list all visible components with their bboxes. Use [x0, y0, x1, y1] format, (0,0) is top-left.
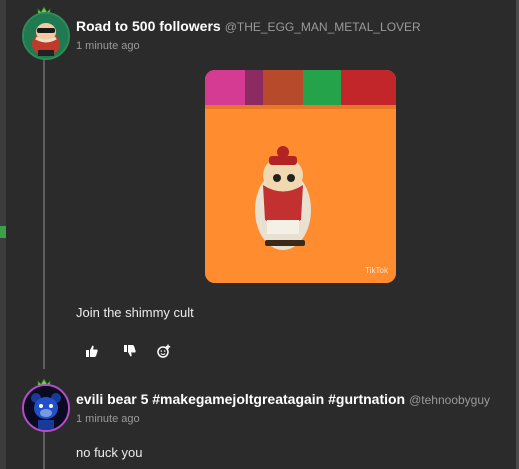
thread-line	[43, 54, 45, 369]
media-watermark: TikTok	[365, 266, 388, 275]
post-media-gif[interactable]: TikTok	[205, 70, 396, 283]
thread-line	[43, 430, 45, 469]
post-text: Join the shimmy cult	[76, 305, 194, 320]
sidebar-indicator	[0, 226, 6, 238]
media-image	[205, 70, 396, 283]
reply-timestamp[interactable]: 1 minute ago	[76, 413, 140, 425]
reply-author-avatar[interactable]	[22, 384, 70, 432]
reply-author-name[interactable]: evili bear 5 #makegamejoltgreatagain #gu…	[76, 391, 490, 407]
add-reaction-button[interactable]	[155, 342, 173, 360]
dislike-button[interactable]	[121, 342, 139, 360]
left-sidebar-edge	[0, 0, 6, 469]
reply-text: no fuck you	[76, 445, 143, 460]
bear-avatar-image	[24, 386, 68, 430]
reply-author-name-text[interactable]: evili bear 5 #makegamejoltgreatagain #gu…	[76, 391, 405, 407]
reply-author-handle[interactable]: @tehnoobyguy	[409, 393, 490, 407]
add-reaction-icon	[157, 344, 171, 358]
like-button[interactable]	[83, 342, 101, 360]
post-timestamp[interactable]: 1 minute ago	[76, 40, 140, 52]
author-name-text[interactable]: Road to 500 followers	[76, 18, 221, 34]
author-handle[interactable]: @THE_EGG_MAN_METAL_LOVER	[225, 20, 421, 34]
thumbs-down-icon	[124, 345, 136, 357]
author-avatar[interactable]	[22, 12, 70, 60]
thumbs-up-icon	[86, 345, 98, 357]
eggman-avatar-image	[24, 14, 68, 58]
author-name[interactable]: Road to 500 followers @THE_EGG_MAN_METAL_…	[76, 18, 421, 34]
